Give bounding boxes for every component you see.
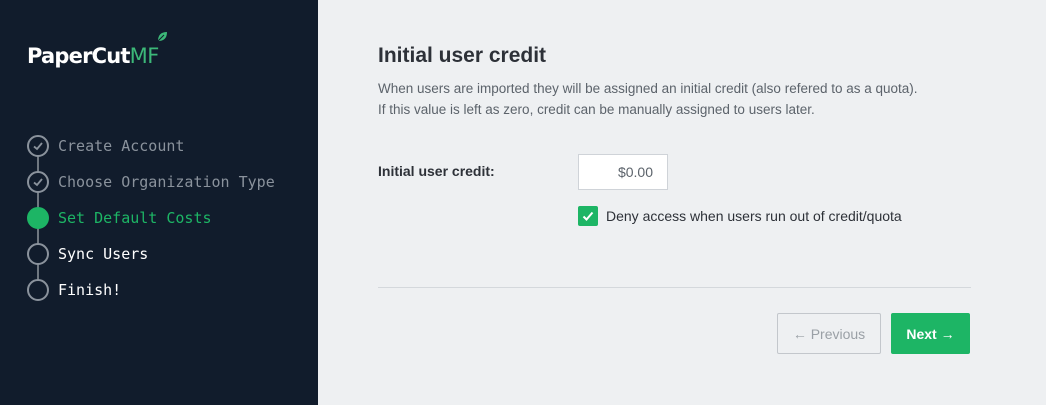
step-finish: Finish! xyxy=(27,272,275,308)
page-description: When users are imported they will be ass… xyxy=(378,78,978,120)
filled-circle-icon xyxy=(27,207,49,229)
empty-circle-icon xyxy=(27,243,49,265)
step-sync-users: Sync Users xyxy=(27,236,275,272)
deny-access-checkbox[interactable] xyxy=(578,206,598,226)
initial-credit-input[interactable] xyxy=(578,154,668,190)
previous-button[interactable]: ← Previous xyxy=(777,313,881,354)
description-line-2: If this value is left as zero, credit ca… xyxy=(378,102,815,117)
footer-divider xyxy=(378,287,971,288)
deny-access-row[interactable]: Deny access when users run out of credit… xyxy=(578,206,902,226)
setup-sidebar: PaperCut MF Create Account Choose Organi… xyxy=(0,0,318,405)
logo-text-main: PaperCut xyxy=(27,44,130,68)
step-label: Create Account xyxy=(58,137,185,155)
step-label: Finish! xyxy=(58,281,122,299)
next-button[interactable]: Next → xyxy=(891,313,970,354)
deny-access-label[interactable]: Deny access when users run out of credit… xyxy=(606,208,902,224)
step-label: Choose Organization Type xyxy=(58,173,275,191)
step-set-default-costs: Set Default Costs xyxy=(27,200,275,236)
leaf-icon xyxy=(157,32,167,42)
description-line-1: When users are imported they will be ass… xyxy=(378,81,918,96)
page-title: Initial user credit xyxy=(378,44,547,67)
initial-credit-label: Initial user credit: xyxy=(378,163,495,179)
empty-circle-icon xyxy=(27,279,49,301)
check-circle-icon xyxy=(27,135,49,157)
step-label: Set Default Costs xyxy=(58,209,212,227)
checkmark-icon xyxy=(582,211,594,221)
check-circle-icon xyxy=(27,171,49,193)
papercut-mf-logo: PaperCut MF xyxy=(27,32,167,68)
logo-text-suffix: MF xyxy=(130,32,167,68)
step-label: Sync Users xyxy=(58,245,149,263)
setup-steps-list: Create Account Choose Organization Type … xyxy=(27,128,275,308)
step-create-account: Create Account xyxy=(27,128,275,164)
step-choose-organization-type: Choose Organization Type xyxy=(27,164,275,200)
